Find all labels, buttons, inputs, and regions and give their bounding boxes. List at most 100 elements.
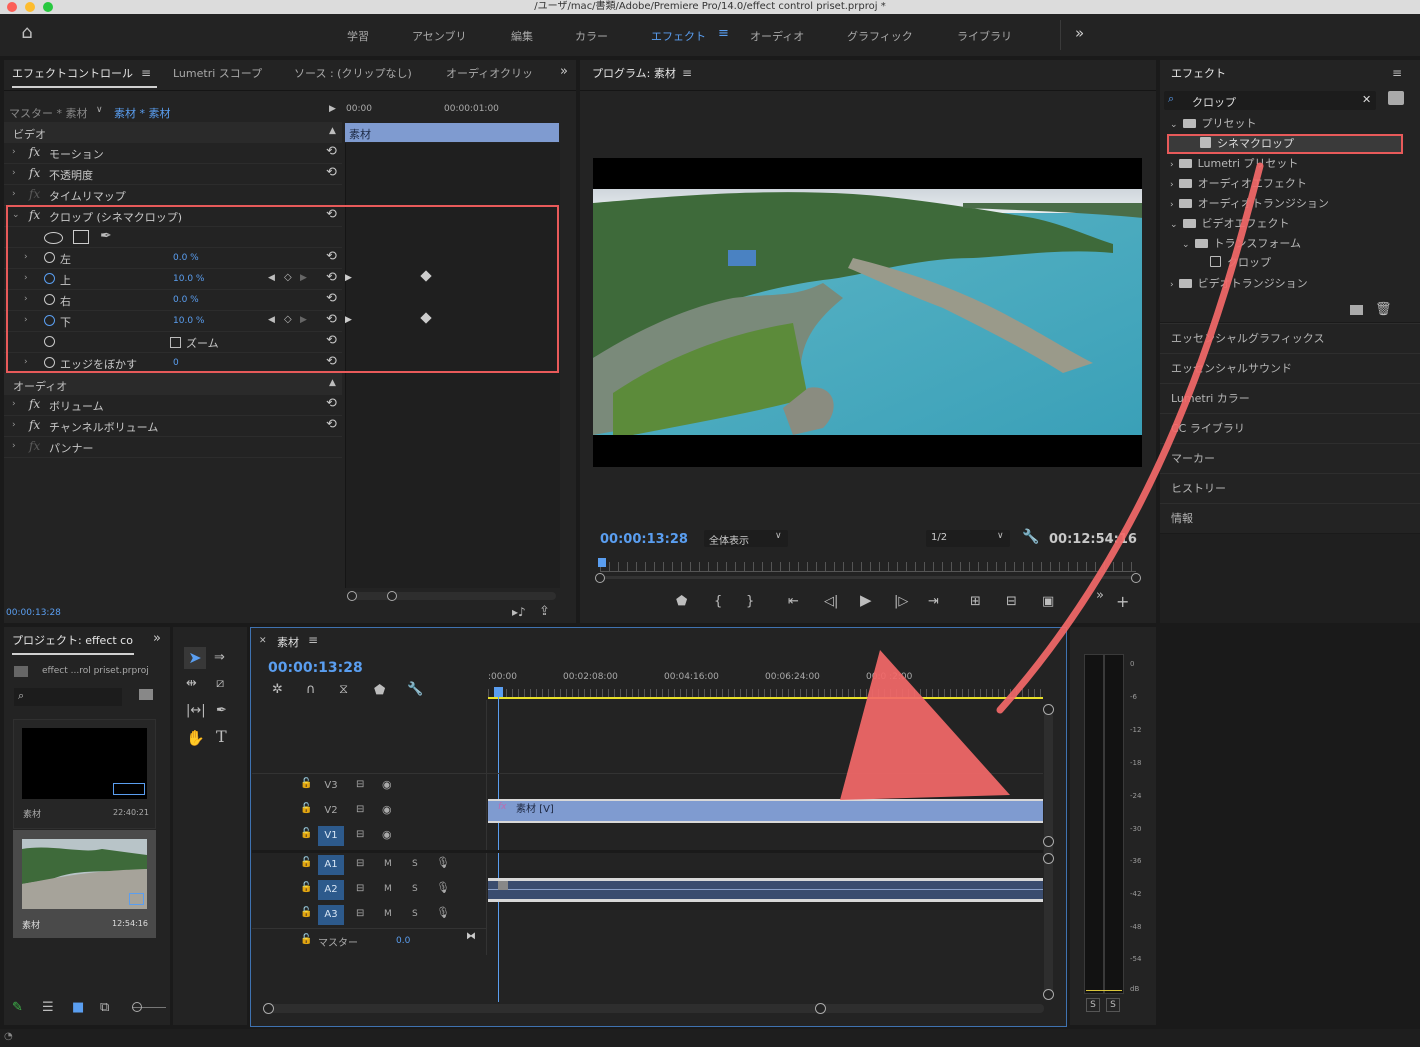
- pen-tool-icon[interactable]: ✒: [216, 704, 227, 718]
- timeline-ruler[interactable]: :00:00 00:02:08:00 00:04:16:00 00:06:24:…: [488, 670, 1043, 700]
- hscroll-handle-right[interactable]: [815, 1003, 826, 1014]
- tree-video-transitions[interactable]: › ビデオトランジション: [1170, 274, 1308, 294]
- project-item-2[interactable]: 素材 12:54:16: [13, 830, 156, 938]
- lock-icon[interactable]: 🔓: [300, 907, 312, 918]
- mute-button[interactable]: M: [384, 859, 392, 869]
- mark-out-icon[interactable]: }: [746, 595, 754, 609]
- chevron-right-icon[interactable]: ›: [12, 168, 16, 178]
- export-frame-icon[interactable]: ▣: [1042, 595, 1054, 609]
- eye-icon[interactable]: ◉: [382, 803, 392, 816]
- resolution-dropdown[interactable]: 1/2 ∨: [926, 530, 1010, 547]
- add-marker-icon[interactable]: ⬟: [374, 684, 385, 698]
- timeline-settings-icon[interactable]: 🔧: [407, 683, 423, 697]
- solo-button[interactable]: S: [412, 859, 418, 869]
- chevron-right-icon[interactable]: ›: [12, 399, 16, 409]
- work-area-bar[interactable]: [488, 697, 1043, 699]
- more-tabs-button[interactable]: »: [560, 64, 568, 79]
- vscroll-handle-bottom[interactable]: [1043, 989, 1054, 1000]
- lift-icon[interactable]: ⊞: [970, 595, 981, 609]
- lock-icon[interactable]: 🔓: [300, 857, 312, 868]
- program-zoom-handle-right[interactable]: [1131, 573, 1141, 583]
- type-tool-icon[interactable]: T: [216, 729, 227, 745]
- tree-cinema-crop[interactable]: シネマクロップ: [1200, 134, 1294, 154]
- trash-icon[interactable]: 🗑: [1375, 302, 1392, 317]
- ec-timecode[interactable]: 00:00:13:28: [6, 608, 61, 618]
- video-frame[interactable]: [593, 158, 1142, 467]
- fx-badge-icon[interactable]: fx: [29, 418, 40, 432]
- tab-lumetri-scopes[interactable]: Lumetri スコープ: [173, 60, 262, 88]
- find-icon[interactable]: [139, 689, 153, 700]
- vscroll-handle-top[interactable]: [1043, 704, 1054, 715]
- tree-audio-effects[interactable]: › オーディオエフェクト: [1170, 174, 1307, 194]
- chevron-right-icon[interactable]: ›: [1170, 280, 1174, 290]
- section-history[interactable]: ヒストリー: [1160, 473, 1420, 503]
- workspace-tab-audio[interactable]: オーディオ: [750, 28, 804, 44]
- linked-selection-icon[interactable]: ⧖: [339, 683, 348, 697]
- play-only-clip-icon[interactable]: ▶: [329, 104, 336, 114]
- chevron-down-icon[interactable]: ⌄: [1170, 220, 1178, 230]
- program-timecode[interactable]: 00:00:13:28: [600, 532, 688, 547]
- lock-icon[interactable]: 🔓: [300, 882, 312, 893]
- solo-left-button[interactable]: S: [1086, 998, 1100, 1012]
- selection-tool-icon[interactable]: ➤: [184, 647, 206, 669]
- home-icon[interactable]: ⌂: [16, 24, 38, 42]
- timeline-playhead-head[interactable]: [494, 687, 503, 697]
- section-lumetri-color[interactable]: Lumetri カラー: [1160, 383, 1420, 413]
- settings-wrench-icon[interactable]: 🔧: [1022, 529, 1039, 545]
- ec-clip-bar[interactable]: [345, 123, 559, 142]
- effect-row-motion[interactable]: › fx モーション ⟲: [4, 143, 342, 164]
- lock-icon[interactable]: 🔓: [300, 778, 312, 789]
- collapse-audio-icon[interactable]: ▲: [329, 378, 336, 388]
- lock-icon[interactable]: 🔓: [300, 828, 312, 839]
- clip-dropdown-chevron-icon[interactable]: ∨: [96, 105, 103, 115]
- search-input-value[interactable]: クロップ: [1192, 94, 1236, 110]
- tree-video-effects[interactable]: ⌄ ビデオエフェクト: [1170, 214, 1290, 234]
- workspace-tab-assembly[interactable]: アセンブリ: [412, 28, 466, 44]
- export-icon[interactable]: ⇪: [539, 604, 550, 619]
- panel-menu-icon[interactable]: ≡: [141, 66, 151, 80]
- project-panel-title[interactable]: プロジェクト: effect cont: [12, 627, 134, 655]
- freeform-view-icon[interactable]: ⧉: [100, 1001, 109, 1015]
- snap-icon[interactable]: ∩: [306, 683, 316, 697]
- effects-search-field[interactable]: ⌕ クロップ ✕: [1164, 91, 1376, 110]
- tree-transform[interactable]: ⌄ トランスフォーム: [1182, 234, 1301, 254]
- chevron-right-icon[interactable]: ›: [1170, 160, 1174, 170]
- reset-icon[interactable]: ⟲: [326, 144, 337, 159]
- effect-row-opacity[interactable]: › fx 不透明度 ⟲: [4, 164, 342, 185]
- ec-zoom-handle-left[interactable]: [347, 591, 357, 601]
- solo-button[interactable]: S: [412, 884, 418, 894]
- track-a2[interactable]: 🔓 A2 ⊟ M S 🎙: [252, 878, 487, 902]
- timeline-title[interactable]: 素材: [277, 634, 299, 650]
- fx-badge-icon[interactable]: fx: [29, 166, 40, 180]
- tab-audio-clip-mixer[interactable]: オーディオクリッ: [446, 60, 533, 88]
- mute-button[interactable]: M: [384, 909, 392, 919]
- hscroll-handle-left[interactable]: [263, 1003, 274, 1014]
- workspace-tab-editing[interactable]: 編集: [511, 28, 533, 44]
- fx-badge-icon[interactable]: fx: [29, 145, 40, 159]
- sync-lock-icon[interactable]: ⊟: [356, 829, 364, 840]
- effect-row-panner[interactable]: › fx パンナー: [4, 437, 342, 458]
- fx-badge-icon[interactable]: fx: [29, 397, 40, 411]
- collapse-video-icon[interactable]: ▲: [329, 126, 336, 136]
- workspace-tab-color[interactable]: カラー: [575, 28, 608, 44]
- close-timeline-icon[interactable]: ✕: [259, 636, 267, 646]
- go-to-in-icon[interactable]: ⇤: [788, 595, 799, 609]
- panel-menu-icon[interactable]: ≡: [682, 66, 692, 80]
- new-bin-icon[interactable]: [1388, 91, 1404, 105]
- step-forward-icon[interactable]: |▷: [894, 595, 908, 609]
- workspace-more-button[interactable]: »: [1075, 24, 1084, 42]
- lock-icon[interactable]: 🔓: [300, 803, 312, 814]
- effect-row-channel-volume[interactable]: › fx チャンネルボリューム ⟲: [4, 416, 342, 437]
- track-name[interactable]: A2: [318, 880, 344, 900]
- workspace-tab-graphics[interactable]: グラフィック: [847, 28, 913, 44]
- more-tabs-button[interactable]: »: [153, 631, 161, 646]
- clip-v2[interactable]: [488, 799, 1043, 823]
- track-v1[interactable]: 🔓 V1 ⊟ ◉: [252, 824, 487, 848]
- chevron-right-icon[interactable]: ›: [1170, 180, 1174, 190]
- ec-zoom-scrollbar[interactable]: [349, 592, 556, 600]
- program-monitor-title[interactable]: プログラム: 素材: [592, 60, 676, 88]
- chevron-right-icon[interactable]: ›: [1170, 200, 1174, 210]
- timeline-hscroll[interactable]: [266, 1004, 1044, 1013]
- mark-in-icon[interactable]: {: [714, 595, 722, 609]
- track-name[interactable]: V3: [318, 776, 344, 796]
